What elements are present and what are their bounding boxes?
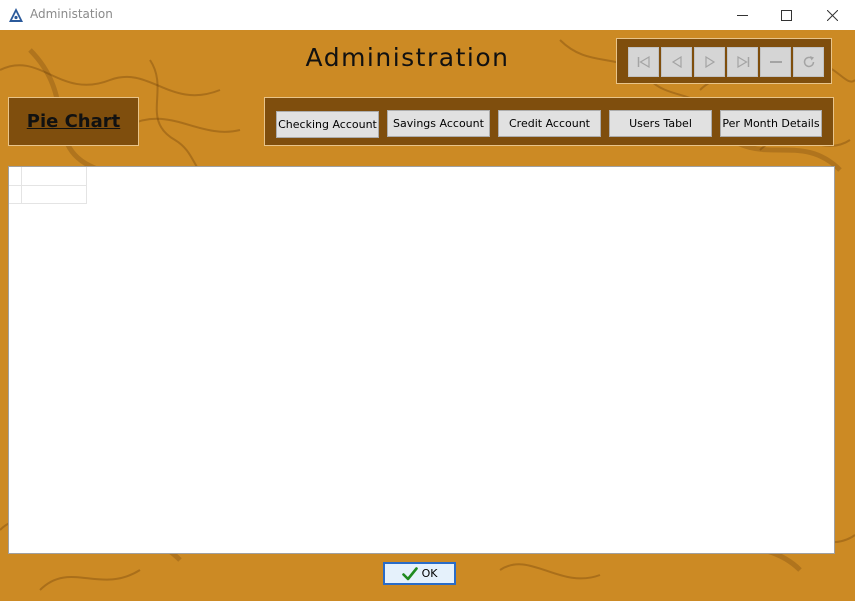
ok-button[interactable]: OK bbox=[383, 562, 456, 585]
report-buttons-panel: Checking Account Savings Account Credit … bbox=[264, 97, 834, 146]
minimize-button[interactable] bbox=[719, 0, 765, 30]
column-header-cell[interactable] bbox=[22, 167, 87, 186]
previous-record-icon bbox=[671, 56, 682, 68]
ok-button-label: OK bbox=[421, 567, 438, 580]
first-record-button[interactable] bbox=[628, 47, 659, 77]
last-record-icon bbox=[736, 56, 749, 68]
close-icon bbox=[826, 9, 838, 21]
last-record-button[interactable] bbox=[727, 47, 758, 77]
per-month-details-button[interactable]: Per Month Details bbox=[720, 110, 822, 137]
savings-account-button[interactable]: Savings Account bbox=[387, 110, 490, 137]
page-title: Administration bbox=[305, 43, 510, 72]
checkmark-icon bbox=[401, 566, 418, 580]
maximize-button[interactable] bbox=[763, 0, 809, 30]
close-button[interactable] bbox=[809, 0, 855, 30]
credit-account-button[interactable]: Credit Account bbox=[498, 110, 601, 137]
app-logo-icon bbox=[9, 8, 23, 22]
pie-chart-panel: Pie Chart bbox=[8, 97, 139, 146]
first-record-icon bbox=[637, 56, 650, 68]
data-grid[interactable] bbox=[8, 166, 835, 554]
title-bar: Administation bbox=[0, 0, 855, 30]
checking-account-button[interactable]: Checking Account bbox=[276, 111, 379, 138]
window-title: Administation bbox=[30, 7, 113, 21]
row-header-cell[interactable] bbox=[9, 167, 22, 186]
row-header-cell[interactable] bbox=[9, 186, 22, 204]
record-navigator bbox=[616, 38, 832, 84]
refresh-button[interactable] bbox=[793, 47, 824, 77]
maximize-icon bbox=[780, 9, 792, 21]
main-window: Administration Pie Chart Checking Accoun… bbox=[0, 30, 855, 601]
users-table-button[interactable]: Users Tabel bbox=[609, 110, 712, 137]
previous-record-button[interactable] bbox=[661, 47, 692, 77]
next-record-icon bbox=[704, 56, 715, 68]
pie-chart-link[interactable]: Pie Chart bbox=[27, 111, 121, 132]
refresh-icon bbox=[803, 56, 814, 68]
next-record-button[interactable] bbox=[694, 47, 725, 77]
grid-cell[interactable] bbox=[22, 186, 87, 204]
delete-record-icon bbox=[769, 61, 782, 63]
minimize-icon bbox=[736, 14, 748, 16]
delete-record-button[interactable] bbox=[760, 47, 791, 77]
